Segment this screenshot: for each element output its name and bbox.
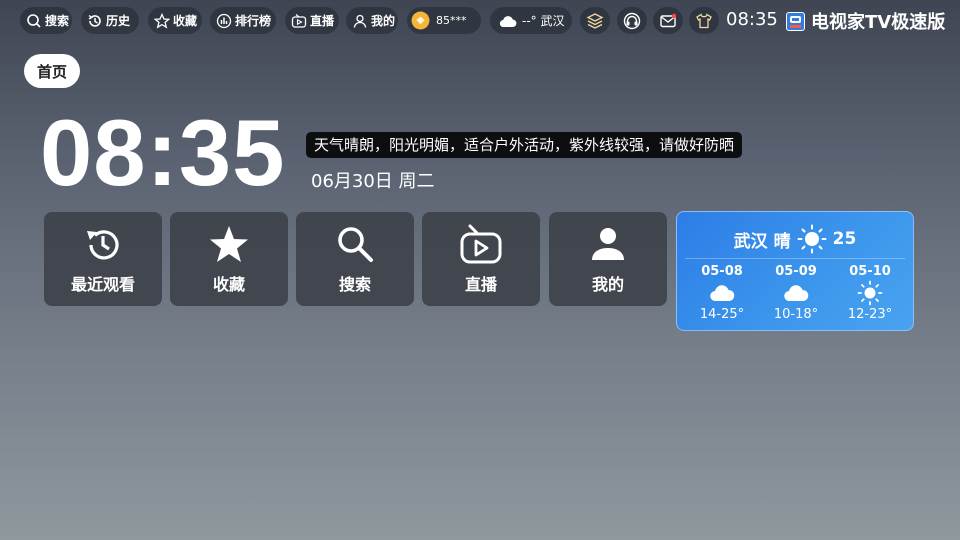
top-favorites-button[interactable]: 收藏 (148, 7, 202, 34)
status-clock: 08:35 (726, 9, 778, 30)
forecast-date: 05-09 (775, 264, 817, 279)
user-icon (353, 14, 367, 28)
layers-icon (586, 12, 604, 29)
tile-search-label: 搜索 (338, 275, 371, 294)
user-icon (592, 228, 624, 260)
sun-icon (797, 224, 827, 254)
large-clock: 08:35 (40, 100, 286, 205)
tile-recent[interactable]: 最近观看 (44, 212, 162, 306)
tile-profile[interactable]: 我的 (549, 212, 667, 306)
top-live-label: 直播 (310, 14, 335, 28)
top-weather-button[interactable]: --° 武汉 (490, 7, 572, 34)
top-bar: 搜索 历史 收藏 排行榜 直播 我的 85*** --° 武汉 08:35 电视… (20, 7, 945, 35)
top-favorites-label: 收藏 (173, 14, 198, 28)
weather-card[interactable]: 武汉 晴 25 05-08 14-25° 05-09 10-18° 05-10 (676, 211, 914, 331)
tile-profile-label: 我的 (591, 275, 624, 294)
tv-logo-icon (786, 11, 805, 31)
tab-home[interactable]: 首页 (24, 54, 80, 88)
top-live-button[interactable]: 直播 (285, 7, 339, 34)
forecast-day: 05-10 12-23° (835, 264, 905, 322)
history-icon (88, 14, 101, 27)
tile-live-label: 直播 (464, 275, 497, 294)
live-tv-icon (460, 224, 502, 264)
top-history-label: 历史 (106, 14, 131, 28)
tile-search[interactable]: 搜索 (296, 212, 414, 306)
tile-live[interactable]: 直播 (422, 212, 540, 306)
search-icon (27, 13, 41, 28)
tile-favorites[interactable]: 收藏 (170, 212, 288, 306)
account-points: 85*** (436, 14, 467, 27)
forecast-temp: 12-23° (847, 307, 893, 322)
top-weather-label: --° 武汉 (522, 14, 565, 28)
weather-temp: 25 (832, 229, 857, 249)
top-profile-label: 我的 (371, 14, 396, 28)
brand: 电视家TV极速版 (786, 8, 945, 34)
forecast-day: 05-08 14-25° (687, 264, 757, 322)
cloud-icon (784, 285, 809, 302)
support-button[interactable] (617, 7, 647, 34)
top-search-button[interactable]: 搜索 (20, 7, 72, 34)
forecast-temp: 10-18° (773, 307, 819, 322)
live-tv-icon (291, 13, 307, 28)
forecast-temp: 14-25° (699, 307, 745, 322)
account-points-badge[interactable]: 85*** (407, 7, 481, 34)
weather-tip: 天气晴朗，阳光明媚，适合户外活动，紫外线较强，请做好防晒 (306, 132, 743, 158)
skin-button[interactable] (689, 7, 719, 34)
cloud-icon (710, 285, 735, 302)
headset-icon (623, 12, 641, 29)
forecast-date: 05-08 (701, 264, 743, 279)
layers-button[interactable] (580, 7, 610, 34)
weather-current: 武汉 晴 25 (677, 224, 913, 254)
messages-button[interactable] (653, 7, 683, 34)
forecast-date: 05-10 (849, 264, 891, 279)
top-ranking-button[interactable]: 排行榜 (210, 7, 276, 34)
weather-condition: 晴 (773, 231, 791, 252)
top-history-button[interactable]: 历史 (81, 7, 139, 34)
brand-name: 电视家TV极速版 (811, 12, 946, 33)
date-label: 06月30日 周二 (311, 171, 435, 192)
coin-icon (411, 11, 430, 30)
top-search-label: 搜索 (45, 14, 70, 28)
history-icon (87, 230, 119, 260)
tile-recent-label: 最近观看 (70, 275, 135, 294)
shirt-icon (696, 12, 712, 28)
mail-icon (660, 13, 677, 27)
star-icon (154, 12, 170, 29)
cloud-icon (499, 15, 517, 27)
forecast-day: 05-09 10-18° (761, 264, 831, 322)
top-ranking-label: 排行榜 (235, 14, 272, 28)
top-profile-button[interactable]: 我的 (346, 7, 398, 34)
sun-icon (857, 280, 883, 306)
weather-divider (685, 258, 905, 259)
search-icon (338, 227, 373, 262)
ranking-icon (216, 13, 232, 28)
tile-favorites-label: 收藏 (212, 275, 245, 294)
weather-city: 武汉 (733, 231, 768, 252)
star-icon (210, 226, 248, 262)
